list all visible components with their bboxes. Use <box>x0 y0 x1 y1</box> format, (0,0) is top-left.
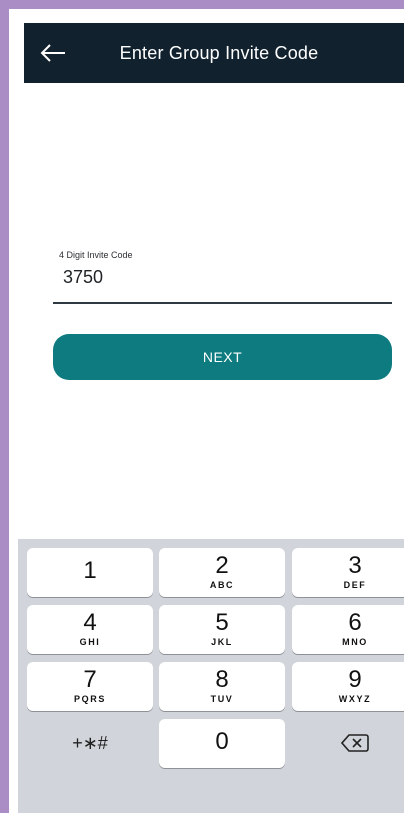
key-6[interactable]: 6 MNO <box>292 605 404 654</box>
key-letters: DEF <box>343 580 367 590</box>
key-letters: PQRS <box>74 694 106 704</box>
key-letters: MNO <box>342 637 368 647</box>
key-digit: 0 <box>215 728 229 755</box>
invite-code-field[interactable]: 4 Digit Invite Code <box>53 245 392 305</box>
symbols-label: +∗# <box>72 733 108 753</box>
invite-code-input[interactable] <box>63 267 363 288</box>
key-5[interactable]: 5 JKL <box>159 605 285 654</box>
key-8[interactable]: 8 TUV <box>159 662 285 711</box>
key-digit: 4 <box>83 609 97 636</box>
page-title: Enter Group Invite Code <box>119 43 319 63</box>
backspace-icon <box>292 719 404 759</box>
numeric-keyboard: 1 2 ABC 3 DEF 4 GHI 5 JKL 6 MNO 7 PQRS 8… <box>18 539 404 813</box>
next-button[interactable]: NEXT <box>53 334 392 380</box>
device-frame: Enter Group Invite Code 4 Digit Invite C… <box>0 0 404 813</box>
key-7[interactable]: 7 PQRS <box>27 662 153 711</box>
key-9[interactable]: 9 WXYZ <box>292 662 404 711</box>
key-digit: 5 <box>215 609 229 636</box>
key-2[interactable]: 2 ABC <box>159 548 285 597</box>
field-underline <box>53 302 392 304</box>
key-digit: 7 <box>83 666 97 693</box>
key-digit: 6 <box>348 609 362 636</box>
app-bar: Enter Group Invite Code <box>24 23 404 83</box>
key-digit: 1 <box>83 557 97 584</box>
key-letters: JKL <box>211 637 233 647</box>
key-letters: TUV <box>210 694 234 704</box>
key-letters: WXYZ <box>338 694 372 704</box>
key-digit: 8 <box>215 666 229 693</box>
key-0[interactable]: 0 <box>159 719 285 768</box>
key-3[interactable]: 3 DEF <box>292 548 404 597</box>
key-digit: 2 <box>215 552 229 579</box>
key-4[interactable]: 4 GHI <box>27 605 153 654</box>
symbols-key[interactable]: +∗# <box>27 719 153 768</box>
key-letters: ABC <box>209 580 235 590</box>
invite-code-label: 4 Digit Invite Code <box>59 250 133 260</box>
key-letters: GHI <box>79 637 101 647</box>
key-digit: 3 <box>348 552 362 579</box>
key-1[interactable]: 1 <box>27 548 153 597</box>
delete-key[interactable] <box>292 719 404 768</box>
key-digit: 9 <box>348 666 362 693</box>
app-screen: Enter Group Invite Code 4 Digit Invite C… <box>18 18 404 813</box>
